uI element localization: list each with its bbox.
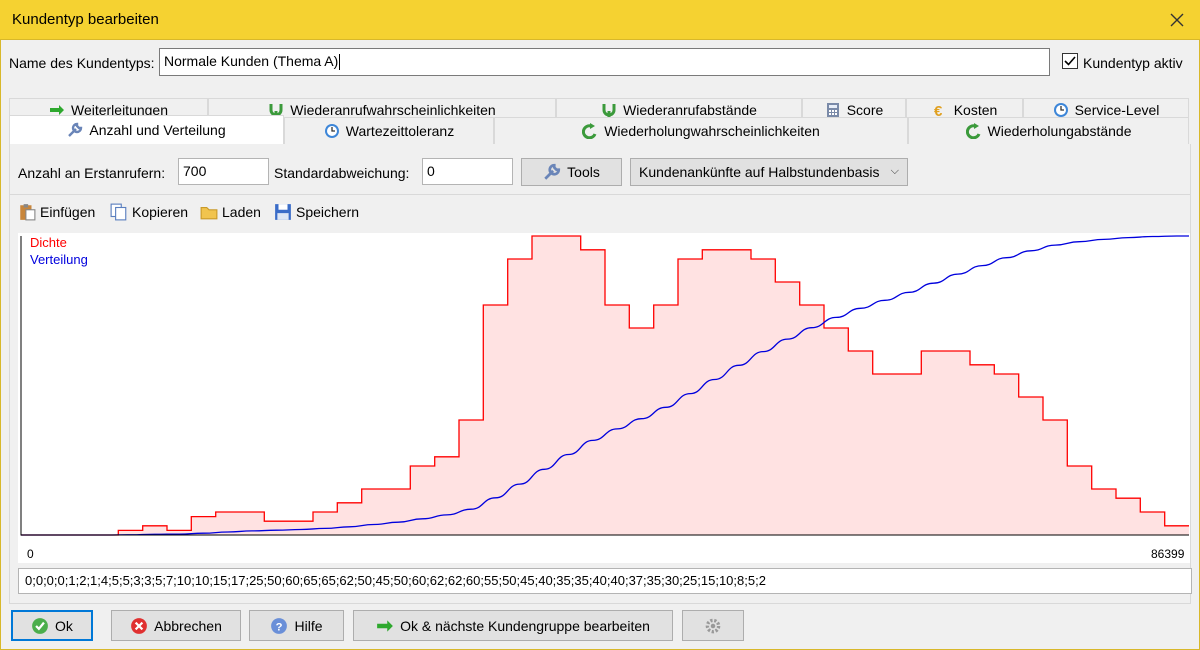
paste-label: Einfügen — [40, 204, 96, 220]
retry-icon — [965, 123, 980, 139]
save-label: Speichern — [296, 204, 360, 220]
save-button[interactable]: Speichern — [274, 203, 359, 221]
clock-icon — [1053, 102, 1068, 117]
tab-label: Service-Level — [1074, 101, 1160, 118]
tab-wiederholungabstaende[interactable]: Wiederholungabstände — [908, 117, 1189, 144]
floppy-disk-icon — [275, 204, 291, 220]
paste-button[interactable]: Einfügen — [18, 203, 95, 221]
retry-icon — [582, 123, 597, 139]
callers-input[interactable]: 700 — [178, 158, 269, 185]
std-label: Standardabweichung: — [274, 165, 410, 181]
wrench-icon — [68, 122, 83, 137]
tab-label: Wiederholungwahrscheinlichkeiten — [604, 123, 820, 139]
legend-dichte: Dichte — [30, 235, 67, 250]
svg-text:?: ? — [276, 621, 283, 633]
paste-icon — [20, 204, 36, 221]
settings-row: Anzahl an Erstanrufern: 700 Standardabwe… — [10, 144, 1190, 192]
name-label: Name des Kundentyps: — [9, 55, 155, 71]
ok-button[interactable]: Ok — [11, 610, 93, 641]
distribution-chart: Dichte Verteilung 0 86399 — [18, 233, 1190, 563]
legend-verteilung: Verteilung — [30, 252, 88, 267]
tab-label: Kosten — [953, 101, 998, 118]
active-checkbox[interactable] — [1062, 53, 1078, 69]
tools-label: Tools — [567, 164, 600, 180]
tab-wartezeittoleranz[interactable]: Wartezeittoleranz — [284, 117, 494, 144]
help-icon: ? — [271, 617, 288, 634]
tab-row-2: Anzahl und Verteilung Wartezeittoleranz … — [9, 115, 1189, 144]
settings-button[interactable] — [682, 610, 744, 641]
window-title: Kundentyp bearbeiten — [12, 11, 159, 28]
tab-label: Wiederanrufwahrscheinlichkeiten — [290, 101, 496, 118]
clock-icon — [324, 124, 339, 138]
callers-label: Anzahl an Erstanrufern: — [18, 165, 166, 181]
cancel-label: Abbrechen — [154, 617, 222, 634]
std-input[interactable]: 0 — [422, 158, 513, 185]
checkmark-icon — [1064, 56, 1076, 66]
load-button[interactable]: Laden — [200, 203, 261, 221]
copy-button[interactable]: Kopieren — [110, 203, 188, 221]
name-input-value: Normale Kunden (Thema A) — [164, 53, 339, 69]
text-caret — [339, 54, 341, 71]
values-input[interactable]: 0;0;0;0;1;2;1;4;5;5;3;3;5;7;10;10;15;17;… — [18, 568, 1192, 594]
svg-text:€: € — [934, 103, 943, 118]
title-bar: Kundentyp bearbeiten — [0, 0, 1200, 40]
tab-label: Wartezeittoleranz — [345, 123, 455, 139]
name-input[interactable]: Normale Kunden (Thema A) — [159, 48, 1050, 76]
button-bar: Ok Abbrechen ? Hilfe Ok & nächste Kunden… — [1, 608, 1199, 650]
load-label: Laden — [222, 204, 261, 220]
tab-panel: Anzahl an Erstanrufern: 700 Standardabwe… — [9, 144, 1192, 604]
arrow-right-icon — [377, 619, 393, 632]
copy-icon — [110, 203, 127, 221]
ok-label: Ok — [55, 617, 73, 634]
ok-next-button[interactable]: Ok & nächste Kundengruppe bearbeiten — [353, 610, 673, 641]
cancel-icon — [131, 617, 148, 634]
help-label: Hilfe — [294, 617, 323, 634]
x-axis-min-label: 0 — [27, 547, 34, 561]
x-axis-max-label: 86399 — [1151, 547, 1185, 561]
divider — [10, 194, 1190, 195]
recall-icon — [602, 103, 616, 117]
active-label: Kundentyp aktiv — [1083, 55, 1183, 71]
folder-icon — [200, 206, 218, 220]
wrench-icon — [544, 163, 561, 180]
tab-wiederholungwahrscheinlichkeiten[interactable]: Wiederholungwahrscheinlichkeiten — [494, 117, 908, 144]
copy-label: Kopieren — [132, 204, 189, 220]
arrival-mode-value: Kundenankünfte auf Halbstundenbasis — [639, 164, 880, 180]
close-button[interactable] — [1154, 0, 1200, 40]
tab-label: Anzahl und Verteilung — [89, 122, 226, 138]
cancel-button[interactable]: Abbrechen — [111, 610, 241, 641]
tab-label: Wiederholungabstände — [987, 123, 1132, 139]
tab-label: Wiederanrufabstände — [623, 101, 757, 118]
tools-button[interactable]: Tools — [521, 158, 622, 186]
tab-anzahl-und-verteilung[interactable]: Anzahl und Verteilung — [9, 115, 284, 144]
euro-icon: € — [934, 103, 943, 118]
arrival-mode-select[interactable]: Kundenankünfte auf Halbstundenbasis ⌵ — [630, 158, 908, 186]
name-row: Name des Kundentyps: Normale Kunden (The… — [1, 40, 1200, 84]
help-button[interactable]: ? Hilfe — [249, 610, 344, 641]
gear-icon — [705, 618, 721, 633]
close-icon — [1170, 13, 1184, 27]
tab-label: Score — [846, 101, 884, 118]
dialog-body: Name des Kundentyps: Normale Kunden (The… — [0, 40, 1200, 650]
check-circle-icon — [32, 617, 48, 634]
chevron-down-icon: ⌵ — [890, 165, 899, 177]
ok-next-label: Ok & nächste Kundengruppe bearbeiten — [400, 617, 650, 634]
calculator-icon — [826, 102, 839, 117]
chart-canvas — [20, 235, 1189, 536]
chart-toolbar: Einfügen Kopieren Laden Speichern — [10, 199, 1190, 229]
